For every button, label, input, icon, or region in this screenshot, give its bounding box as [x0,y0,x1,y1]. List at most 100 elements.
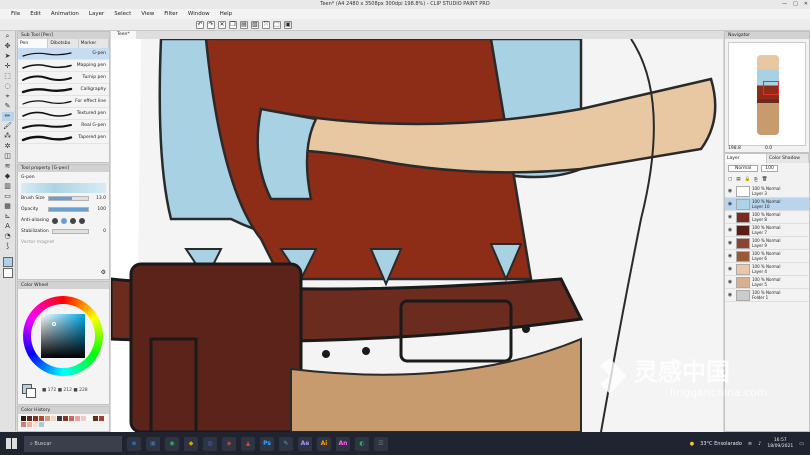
volume-icon[interactable]: ♪ [758,441,761,447]
antialiasing-strong-option[interactable] [79,217,85,224]
brush-item[interactable]: Calligraphy [18,84,109,96]
selection-tool-icon[interactable]: ⬚ [2,72,14,81]
color-history-swatch[interactable] [57,416,62,421]
clock[interactable]: 16:57 18/09/2021 [767,438,793,450]
brush-item[interactable]: Tapered pen [18,132,109,144]
main-color-swatch[interactable] [2,257,13,267]
visibility-eye-icon[interactable]: ◉ [726,201,734,207]
delete-layer-icon[interactable]: 🗑 [762,177,768,182]
layer-row[interactable]: ◉ 100 % Normal Layer 4 [725,263,809,276]
canvas-tab[interactable]: Teen* [111,31,136,39]
color-history-swatch[interactable] [27,416,32,421]
tab-marker[interactable]: Marker [79,39,109,48]
sub-color-chip[interactable] [26,388,36,398]
airbrush-icon[interactable]: ⁂ [2,132,14,141]
brush-item[interactable]: Real G-pen [18,120,109,132]
visibility-eye-icon[interactable]: ◉ [726,292,734,298]
taskbar-app-icon[interactable]: ◈ [222,436,236,451]
visibility-eye-icon[interactable]: ◉ [726,266,734,272]
redo-icon[interactable]: ↷ [207,20,215,29]
visibility-eye-icon[interactable]: ◉ [726,240,734,246]
taskbar-app-icon[interactable]: ◎ [203,436,217,451]
tab-color-shadow[interactable]: Color Shadow [767,154,809,163]
brush-item[interactable]: G-pen [18,48,109,60]
fill-icon[interactable]: ▧ [251,20,259,29]
antialiasing-none-option[interactable] [52,217,58,224]
brush-icon[interactable]: 🖌 [2,122,14,131]
antialiasing-medium-option[interactable] [70,217,76,224]
decoration-icon[interactable]: ✲ [2,142,14,151]
antialiasing-weak-option[interactable] [61,217,67,224]
color-history-swatch[interactable] [51,416,56,421]
navigator-preview[interactable] [728,42,806,146]
paste-icon[interactable]: ▤ [240,20,248,29]
maximize-button[interactable]: □ [793,0,798,9]
zoom-icon[interactable]: ⌕ [2,32,14,41]
fill-tool-icon[interactable]: ◆ [2,172,14,181]
selection-icon[interactable]: ⬚ [273,20,281,29]
color-history-swatch[interactable] [27,422,32,427]
preview-viewport-frame[interactable] [763,81,779,95]
drawing-canvas[interactable] [111,39,723,432]
save-icon[interactable]: ▣ [284,20,292,29]
brush-size-slider[interactable] [48,196,89,201]
color-history-swatch[interactable] [33,422,38,427]
pen-tool-icon[interactable]: ✎ [2,102,14,111]
tab-layer[interactable]: Layer [725,154,767,163]
menu-select[interactable]: Select [109,9,136,19]
color-history-swatch[interactable] [39,416,44,421]
close-button[interactable]: ✕ [804,0,808,9]
tool-settings-icon[interactable]: ⚙ [101,269,106,276]
minimize-button[interactable]: — [782,0,787,9]
layer-row[interactable]: ◉ 100 % Normal Layer 7 [725,224,809,237]
stabilization-slider[interactable] [52,229,89,234]
layer-row[interactable]: ◉ 100 % Normal Layer 6 [725,250,809,263]
layer-row[interactable]: ◉ 100 % Normal Layer 5 [725,276,809,289]
blend-mode-select[interactable]: Normal [728,165,759,172]
menu-filter[interactable]: Filter [159,9,183,19]
opacity-slider[interactable] [48,207,89,212]
visibility-eye-icon[interactable]: ◉ [726,279,734,285]
taskbar-app-icon[interactable]: ☰ [374,436,388,451]
brush-item[interactable]: Textured pen [18,108,109,120]
color-history-swatch[interactable] [81,416,86,421]
eraser-icon[interactable]: ◫ [2,152,14,161]
color-history-swatch[interactable] [75,416,80,421]
taskbar-app-icon[interactable]: ◐ [355,436,369,451]
pencil-tool-icon[interactable]: ✏ [1,112,14,121]
layer-row[interactable]: ◉ 100 % Normal Layer 9 [725,237,809,250]
correct-line-icon[interactable]: ⟆ [2,242,14,251]
taskbar-app-icon[interactable]: ▲ [241,436,255,451]
sub-color-swatch[interactable] [2,268,13,278]
color-history-swatch[interactable] [69,416,74,421]
color-history-swatch[interactable] [21,422,26,427]
visibility-eye-icon[interactable]: ◉ [726,227,734,233]
taskbar-app-icon[interactable]: ✎ [279,436,293,451]
operation-icon[interactable]: ➤ [2,52,14,61]
taskbar-app-icon[interactable]: Ps [260,436,274,451]
taskbar-app-icon[interactable]: ◆ [184,436,198,451]
layer-row[interactable]: ◉ 100 % Normal Layer 3 [725,185,809,198]
menu-animation[interactable]: Animation [46,9,84,19]
layer-row[interactable]: ◉ 100 % Normal Layer 8 [725,211,809,224]
lock-icon[interactable]: 🔒 [745,177,751,182]
ruler-icon[interactable]: ⊾ [2,212,14,221]
taskbar-app-icon[interactable]: An [336,436,350,451]
visibility-eye-icon[interactable]: ◉ [726,188,734,194]
menu-window[interactable]: Window [183,9,215,19]
menu-view[interactable]: View [136,9,159,19]
brush-item[interactable]: For effect line [18,96,109,108]
move-layer-icon[interactable]: ✛ [2,62,14,71]
taskbar-app-icon[interactable]: Ae [298,436,312,451]
menu-edit[interactable]: Edit [25,9,46,19]
layer-row[interactable]: ◉ 100 % Normal Folder 1 [725,289,809,302]
frame-icon[interactable]: ▦ [2,202,14,211]
weather-text[interactable]: 33°C Ensolarado [700,441,742,447]
layer-row[interactable]: ◉ 100 % Normal Layer 10 [725,198,809,211]
brush-item[interactable]: Mapping pen [18,60,109,72]
color-history-swatch[interactable] [63,416,68,421]
color-history-swatch[interactable] [33,416,38,421]
taskbar-app-icon[interactable]: ◉ [165,436,179,451]
color-history-swatch[interactable] [39,422,44,427]
transform-icon[interactable]: ⤧ [262,20,270,29]
